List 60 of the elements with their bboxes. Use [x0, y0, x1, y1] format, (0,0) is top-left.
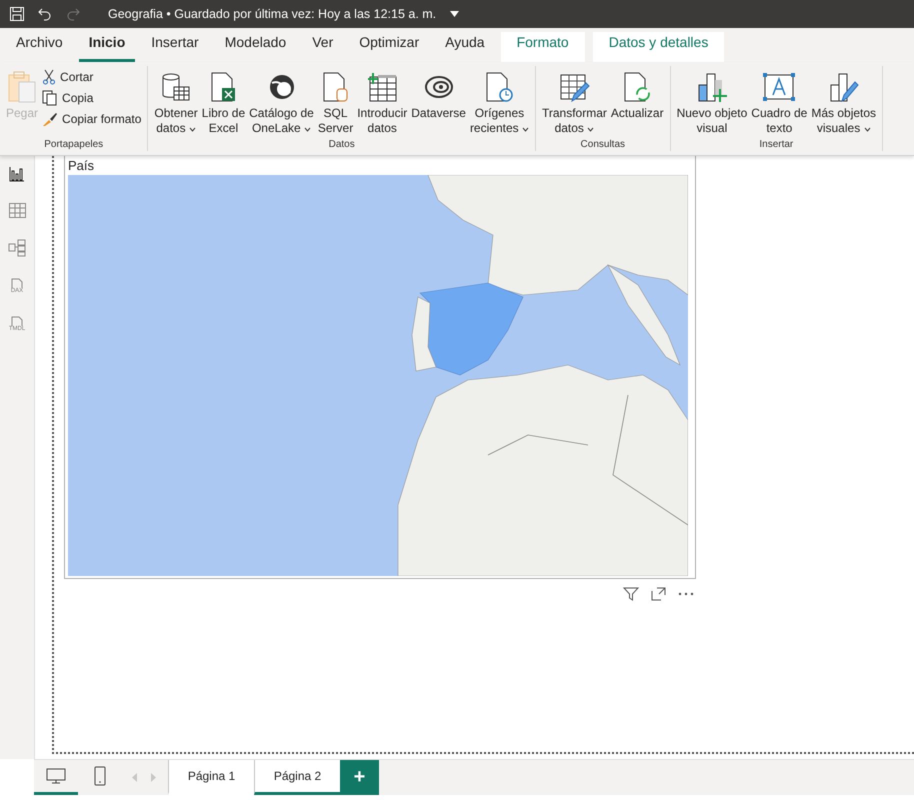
file-icon	[11, 316, 23, 326]
undo-icon[interactable]	[38, 7, 52, 21]
model-icon	[8, 239, 26, 257]
ribbon-button[interactable]: Libro de Excel	[200, 66, 248, 138]
ribbon-button[interactable]: Orígenes recientes	[468, 66, 531, 138]
group-label: Datos	[328, 139, 355, 151]
chevron-down-icon	[587, 127, 594, 132]
file-icon	[11, 278, 23, 288]
ribbon-tab[interactable]: Archivo	[6, 32, 73, 62]
ribbon-button[interactable]: Dataverse	[409, 66, 468, 123]
ribbon-tab[interactable]: Ayuda	[435, 32, 495, 62]
visual-title: País	[68, 157, 96, 175]
ribbon-tab[interactable]: Formato	[500, 32, 585, 62]
ribbon-tab[interactable]: Ver	[302, 32, 344, 62]
ribbon-button[interactable]: Copiar formato	[40, 110, 144, 128]
redo-icon[interactable]	[66, 7, 80, 21]
group-label: Insertar	[759, 139, 794, 151]
ribbon-button[interactable]: Nuevo objeto visual	[674, 66, 750, 138]
focus-mode-icon[interactable]	[651, 587, 666, 601]
group-label: Consultas	[580, 139, 626, 151]
phone-icon	[94, 766, 106, 786]
ribbon-button[interactable]: Copia	[40, 89, 144, 107]
ribbon-button[interactable]: Obtener datos	[152, 66, 200, 138]
bar-chart-pencil-icon	[828, 71, 860, 103]
ribbon-button[interactable]: Cuadro de texto	[749, 66, 810, 138]
chevron-down-icon	[188, 127, 196, 132]
ribbon-button[interactable]: Introducir datos	[355, 66, 410, 138]
chevron-down-icon	[864, 127, 871, 132]
filter-icon[interactable]	[623, 587, 639, 601]
add-page-button[interactable]: +	[340, 760, 379, 795]
page-tab[interactable]: Página 2	[254, 760, 340, 795]
view-button[interactable]	[9, 166, 25, 182]
page-tab[interactable]: Página 1	[168, 760, 254, 795]
table-plus-icon	[366, 71, 398, 103]
ribbon-tab[interactable]: Insertar	[141, 32, 209, 62]
ribbon-button[interactable]: Más objetos visuales	[809, 66, 878, 138]
save-icon[interactable]	[10, 7, 24, 21]
group-label: Portapapeles	[44, 139, 104, 151]
ribbon-button[interactable]: Catálogo de OneLake	[247, 66, 316, 138]
monitor-icon	[46, 768, 66, 784]
ribbon-tab[interactable]: Datos y detalles	[592, 32, 724, 62]
chevron-down-icon	[522, 127, 529, 132]
ribbon-tab[interactable]: Optimizar	[349, 32, 430, 62]
paintbrush-icon	[42, 111, 58, 127]
caret-icon[interactable]	[450, 11, 460, 17]
database-table-icon	[160, 71, 192, 103]
scissors-icon	[42, 69, 56, 85]
bar-chart-plus-icon	[696, 71, 728, 103]
ribbon-button[interactable]: Actualizar	[608, 66, 666, 123]
ribbon-button[interactable]: Transformar datos	[540, 66, 609, 138]
copy-icon	[42, 90, 58, 106]
ribbon-button[interactable]: SQL Server	[316, 66, 356, 138]
text-box-icon	[762, 71, 796, 103]
clipboard-icon	[7, 70, 38, 104]
chevron-down-icon	[304, 127, 312, 132]
window-title: Geografia • Guardado por última vez: Hoy a las 12:15 a. m.	[108, 7, 436, 21]
ribbon-button[interactable]: Cortar	[40, 68, 144, 86]
table-icon	[8, 203, 26, 218]
ribbon-tab[interactable]: Modelado	[214, 32, 296, 62]
bar-chart-icon	[9, 166, 25, 182]
